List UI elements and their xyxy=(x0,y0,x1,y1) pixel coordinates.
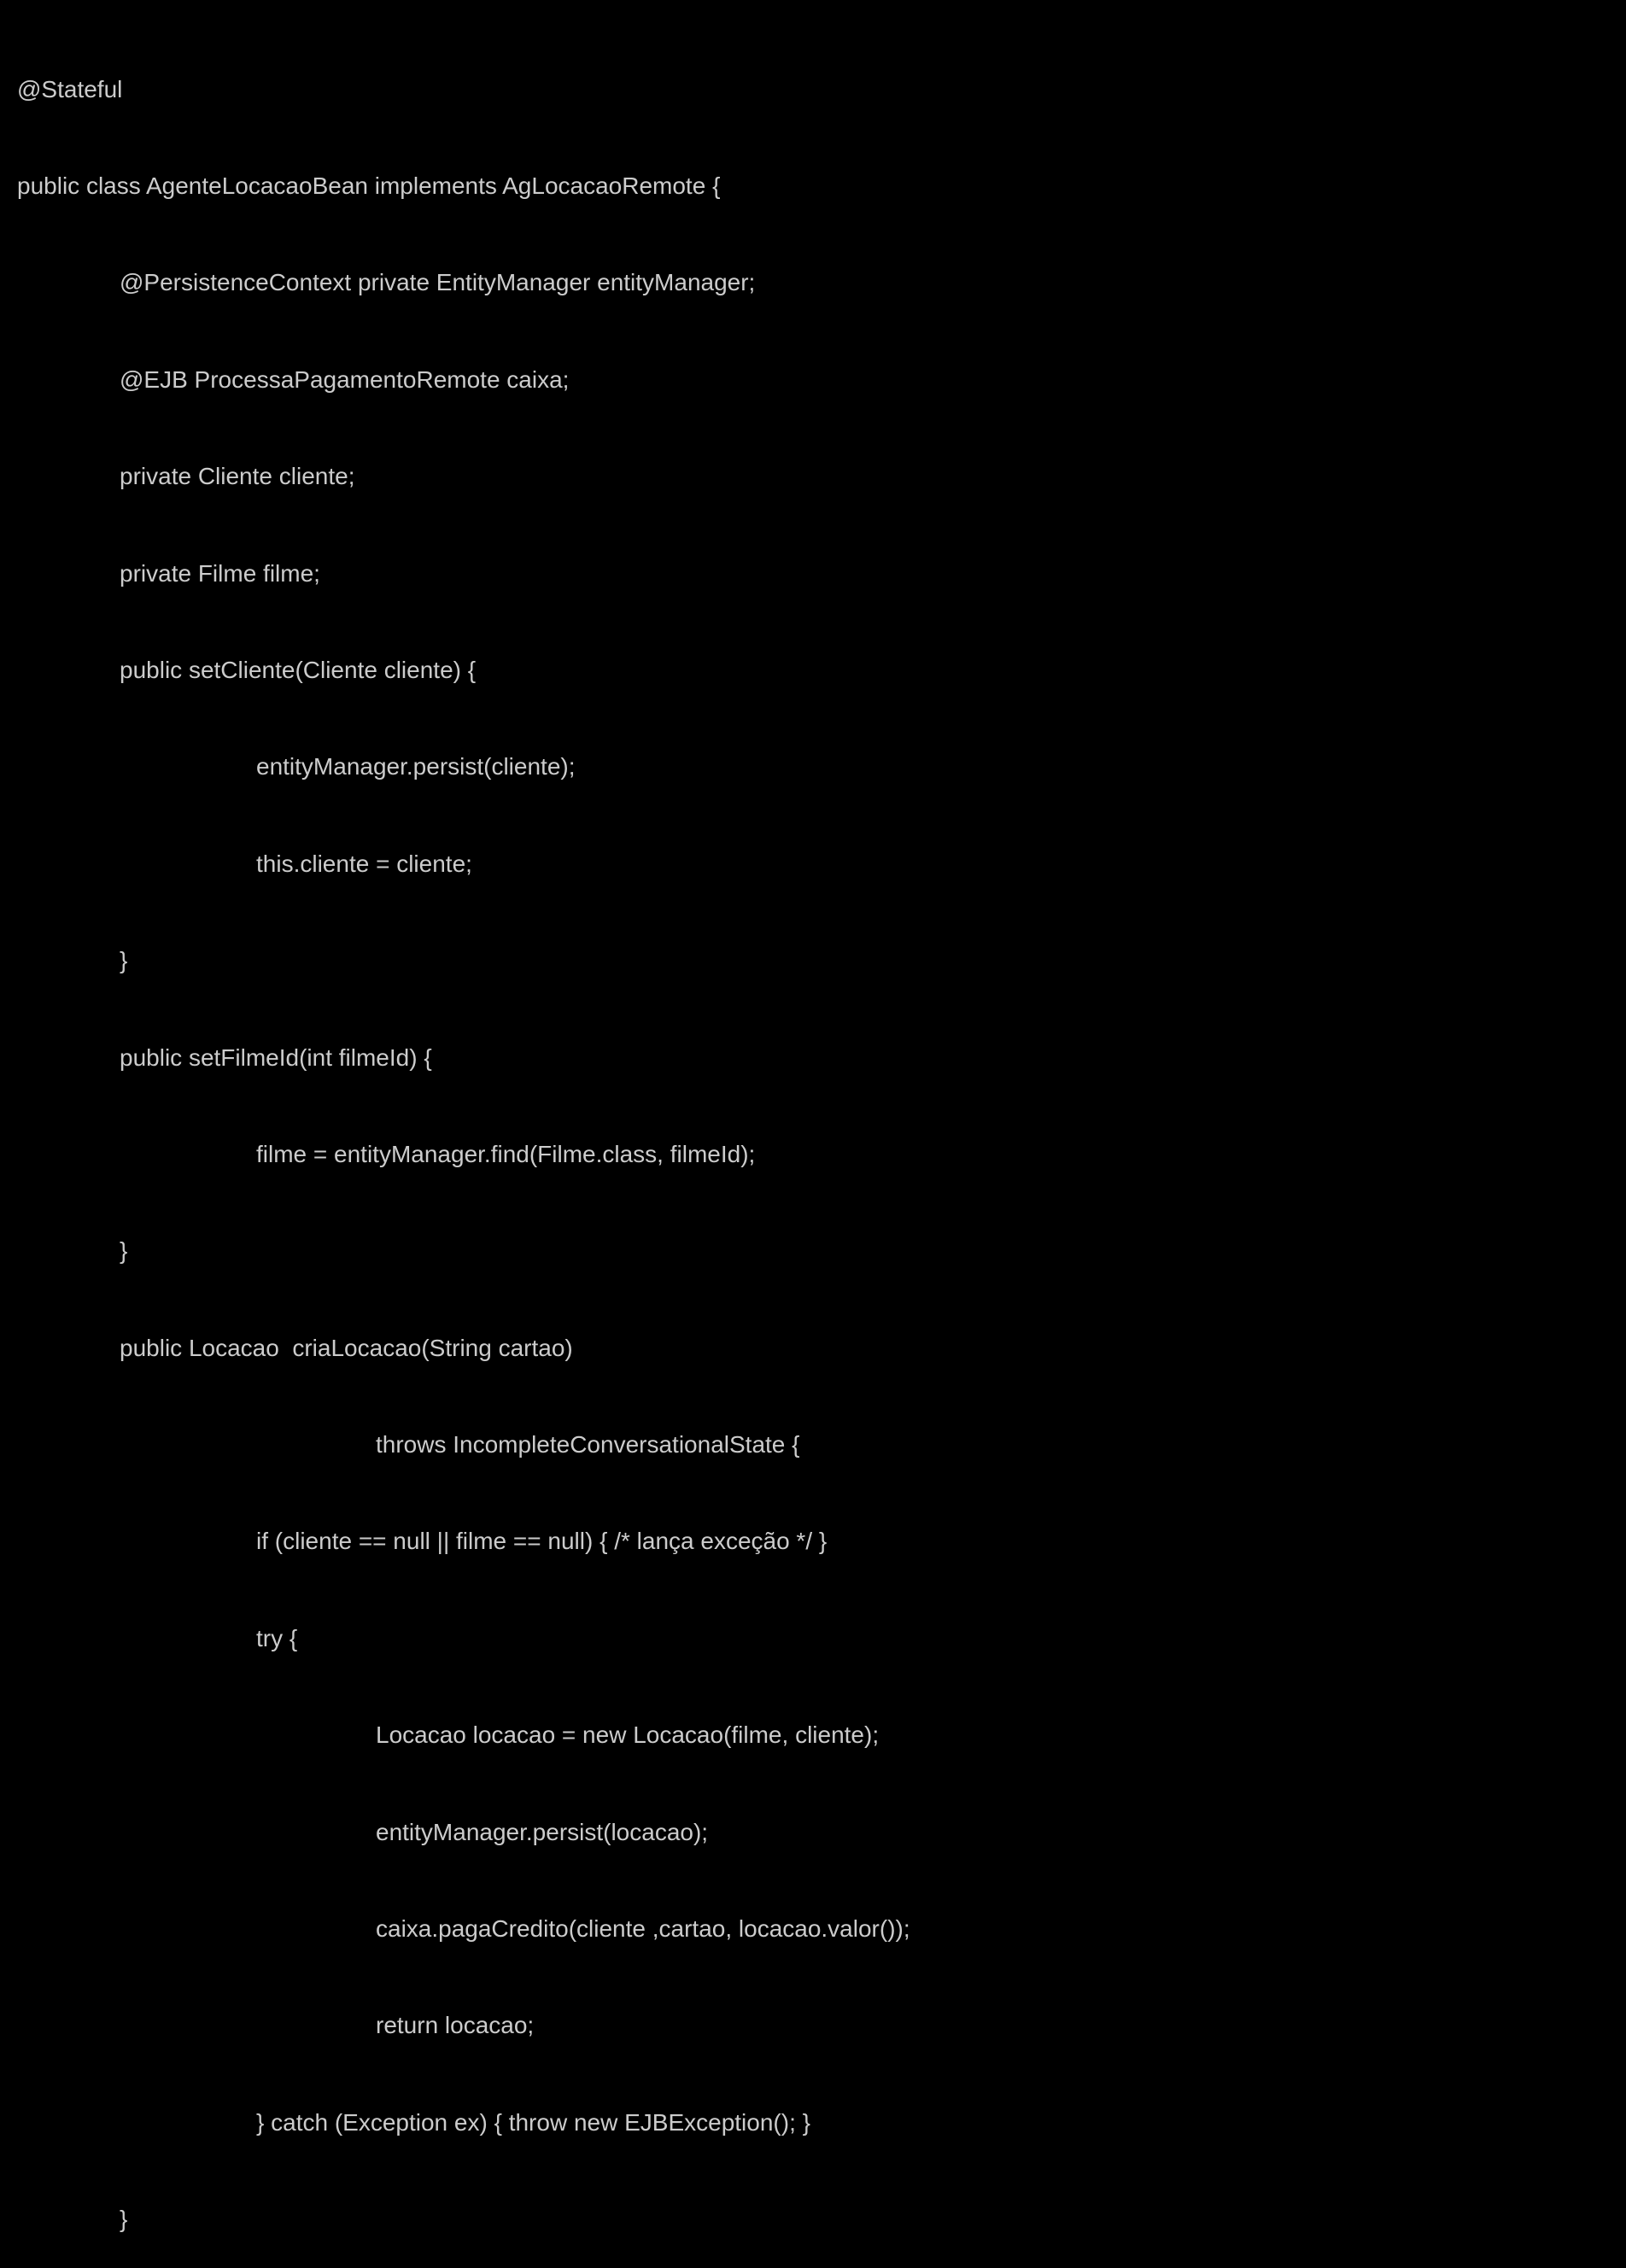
code-line: private Filme filme; xyxy=(17,558,1609,590)
code-line: } xyxy=(17,944,1609,977)
code-line: Locacao locacao = new Locacao(filme, cli… xyxy=(17,1719,1609,1751)
code-line: public Locacao criaLocacao(String cartao… xyxy=(17,1332,1609,1365)
code-line: } catch (Exception ex) { throw new EJBEx… xyxy=(17,2107,1609,2139)
code-line: @PersistenceContext private EntityManage… xyxy=(17,266,1609,299)
code-line: caixa.pagaCredito(cliente ,cartao, locac… xyxy=(17,1913,1609,1945)
code-line: filme = entityManager.find(Filme.class, … xyxy=(17,1138,1609,1171)
code-line: return locacao; xyxy=(17,2009,1609,2042)
code-line: entityManager.persist(cliente); xyxy=(17,751,1609,783)
code-block: @Stateful public class AgenteLocacaoBean… xyxy=(17,9,1609,2268)
code-line: public setCliente(Cliente cliente) { xyxy=(17,654,1609,687)
code-line: } xyxy=(17,1235,1609,1267)
code-line: public class AgenteLocacaoBean implement… xyxy=(17,170,1609,202)
code-line: entityManager.persist(locacao); xyxy=(17,1816,1609,1849)
code-line: try { xyxy=(17,1622,1609,1655)
code-line: } xyxy=(17,2203,1609,2236)
code-line: @Stateful xyxy=(17,73,1609,106)
code-line: @EJB ProcessaPagamentoRemote caixa; xyxy=(17,364,1609,396)
code-line: throws IncompleteConversationalState { xyxy=(17,1429,1609,1461)
code-line: this.cliente = cliente; xyxy=(17,848,1609,880)
code-line: private Cliente cliente; xyxy=(17,460,1609,493)
code-line: if (cliente == null || filme == null) { … xyxy=(17,1525,1609,1558)
code-line: public setFilmeId(int filmeId) { xyxy=(17,1042,1609,1074)
